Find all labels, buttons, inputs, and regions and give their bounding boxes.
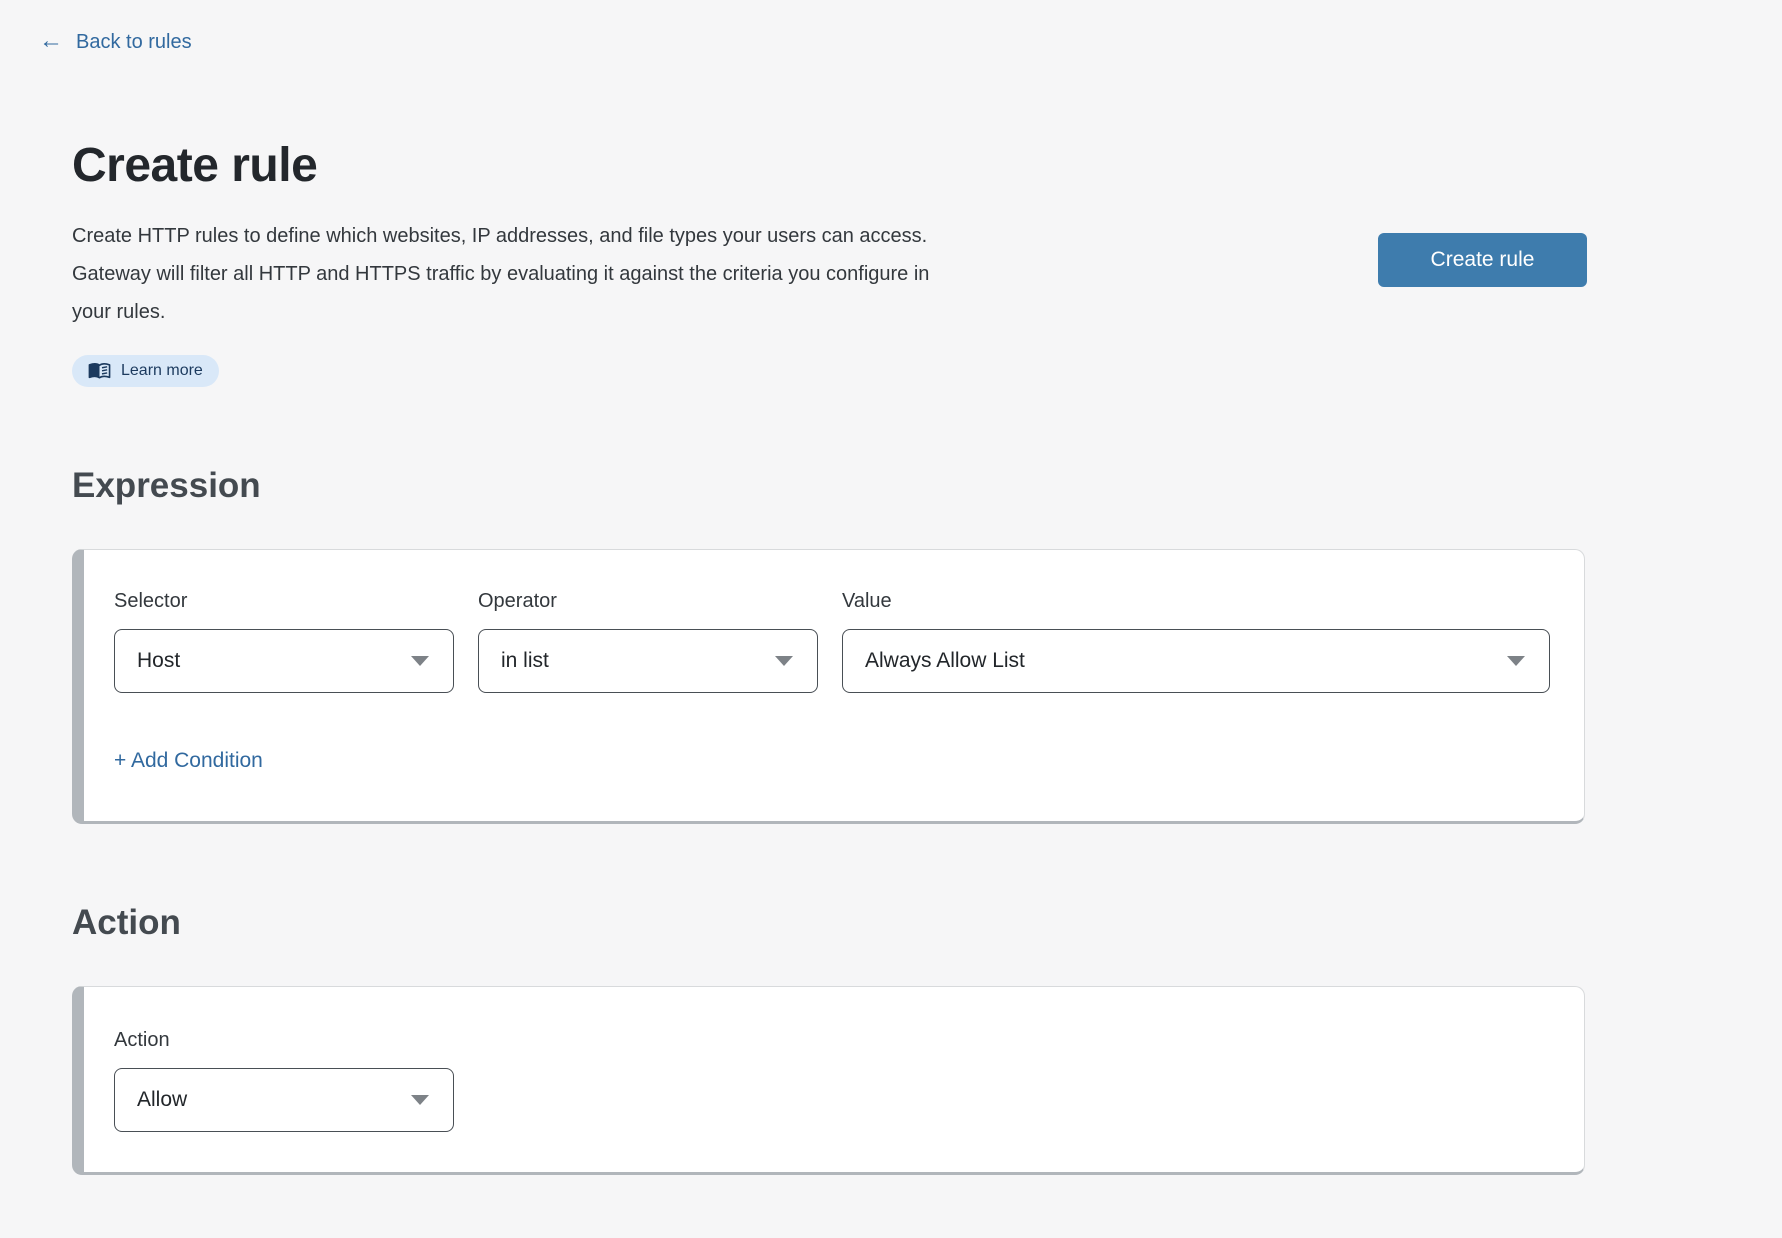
- learn-more-label: Learn more: [121, 362, 203, 380]
- operator-dropdown-value: in list: [501, 649, 549, 673]
- value-label: Value: [842, 590, 1550, 613]
- expression-section-heading: Expression: [72, 465, 1782, 507]
- page-description: Create HTTP rules to define which websit…: [72, 217, 1132, 331]
- selector-dropdown[interactable]: Host: [114, 629, 454, 693]
- selector-label: Selector: [114, 590, 454, 613]
- create-rule-page: ← Back to rules Create rule Create rule …: [0, 0, 1782, 1238]
- selector-field: Selector Host: [114, 590, 454, 693]
- expression-fields-row: Selector Host Operator in list Value Alw…: [114, 590, 1550, 693]
- back-arrow-icon: ←: [39, 29, 63, 53]
- action-label: Action: [114, 1029, 1550, 1052]
- page-title: Create rule: [72, 138, 1782, 193]
- create-rule-button[interactable]: Create rule: [1378, 233, 1587, 287]
- operator-field: Operator in list: [478, 590, 818, 693]
- action-dropdown[interactable]: Allow: [114, 1068, 454, 1132]
- value-field: Value Always Allow List: [842, 590, 1550, 693]
- expression-card: Selector Host Operator in list Value Alw…: [72, 549, 1585, 824]
- description-line: Gateway will filter all HTTP and HTTPS t…: [72, 255, 1132, 293]
- book-icon: [88, 362, 111, 380]
- back-to-rules-link[interactable]: ← Back to rules: [39, 30, 192, 54]
- description-line: Create HTTP rules to define which websit…: [72, 217, 1132, 255]
- operator-label: Operator: [478, 590, 818, 613]
- value-dropdown-value: Always Allow List: [865, 649, 1025, 673]
- chevron-down-icon: [411, 1095, 429, 1105]
- chevron-down-icon: [775, 656, 793, 666]
- action-dropdown-value: Allow: [137, 1088, 187, 1112]
- description-line: your rules.: [72, 293, 1132, 331]
- add-condition-link[interactable]: + Add Condition: [114, 749, 263, 773]
- action-section-heading: Action: [72, 902, 1782, 944]
- action-field: Action Allow: [114, 1029, 1550, 1132]
- chevron-down-icon: [1507, 656, 1525, 666]
- value-dropdown[interactable]: Always Allow List: [842, 629, 1550, 693]
- operator-dropdown[interactable]: in list: [478, 629, 818, 693]
- selector-dropdown-value: Host: [137, 649, 180, 673]
- learn-more-badge[interactable]: Learn more: [72, 355, 219, 387]
- chevron-down-icon: [411, 656, 429, 666]
- action-card: Action Allow: [72, 986, 1585, 1175]
- back-link-label: Back to rules: [76, 31, 192, 54]
